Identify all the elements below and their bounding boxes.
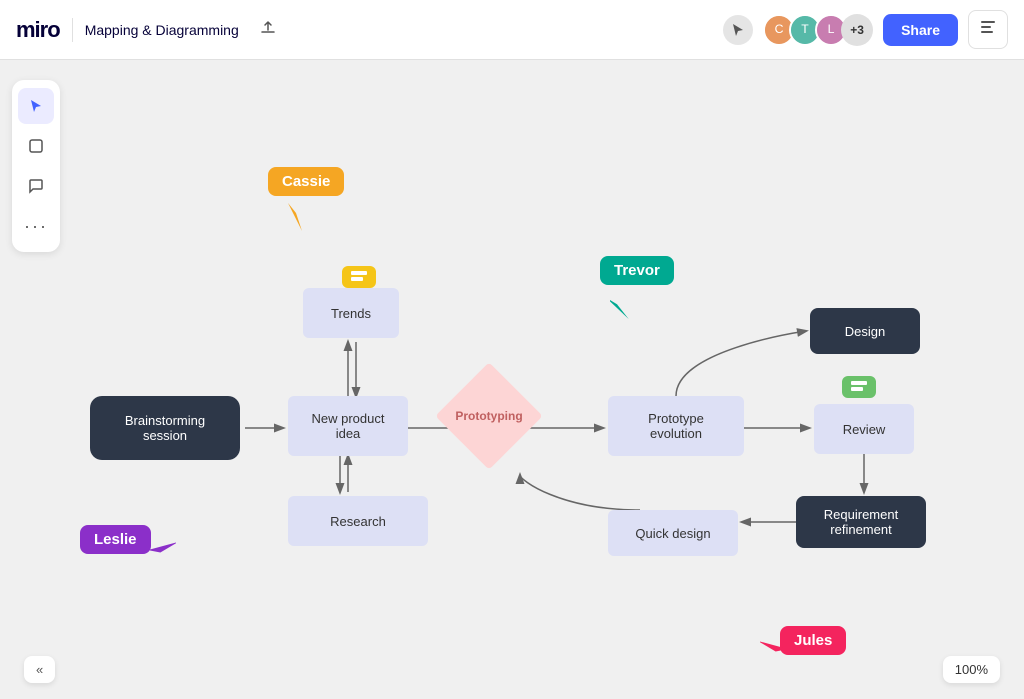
cassie-label: Cassie bbox=[268, 167, 344, 196]
leslie-label: Leslie bbox=[80, 525, 151, 554]
leslie-cursor: Leslie bbox=[80, 525, 151, 554]
collapse-panel-button[interactable]: « bbox=[24, 656, 55, 683]
new-product-idea-node[interactable]: New product idea bbox=[288, 396, 408, 456]
research-node[interactable]: Research bbox=[288, 496, 428, 546]
trevor-cursor: Trevor bbox=[600, 256, 674, 285]
prototyping-node[interactable] bbox=[435, 362, 542, 469]
board-title[interactable]: Mapping & Diagramming bbox=[85, 22, 239, 38]
upload-button[interactable] bbox=[251, 14, 285, 45]
quick-design-node[interactable]: Quick design bbox=[608, 510, 738, 556]
design-node[interactable]: Design bbox=[810, 308, 920, 354]
cassie-cursor: Cassie bbox=[268, 167, 344, 196]
prototype-evolution-node[interactable]: Prototype evolution bbox=[608, 396, 744, 456]
avatar-extra-count: +3 bbox=[841, 14, 873, 46]
brainstorming-node[interactable]: Brainstorming session bbox=[90, 396, 240, 460]
left-sidebar: ··· bbox=[12, 80, 60, 252]
trevor-label: Trevor bbox=[600, 256, 674, 285]
comment-icon-trends[interactable] bbox=[342, 266, 376, 288]
requirement-refinement-node[interactable]: Requirement refinement bbox=[796, 496, 926, 548]
avatars-group: +3 bbox=[763, 14, 873, 46]
topbar: miro Mapping & Diagramming +3 Share bbox=[0, 0, 1024, 60]
comment-icon-review[interactable] bbox=[842, 376, 876, 398]
outline-button[interactable] bbox=[968, 10, 1008, 49]
topbar-divider bbox=[72, 18, 73, 42]
select-tool-button[interactable] bbox=[18, 88, 54, 124]
comment-tool-button[interactable] bbox=[18, 168, 54, 204]
sticky-note-tool-button[interactable] bbox=[18, 128, 54, 164]
zoom-level[interactable]: 100% bbox=[943, 656, 1000, 683]
canvas[interactable]: Brainstorming session New product idea T… bbox=[0, 60, 1024, 699]
cursor-icon bbox=[723, 15, 753, 45]
jules-label: Jules bbox=[780, 626, 846, 655]
miro-logo: miro bbox=[16, 17, 60, 43]
more-tools-button[interactable]: ··· bbox=[18, 208, 54, 244]
topbar-right: +3 Share bbox=[723, 10, 1008, 49]
jules-cursor: Jules bbox=[780, 626, 846, 655]
share-button[interactable]: Share bbox=[883, 14, 958, 46]
review-node[interactable]: Review bbox=[814, 404, 914, 454]
trends-node[interactable]: Trends bbox=[303, 288, 399, 338]
